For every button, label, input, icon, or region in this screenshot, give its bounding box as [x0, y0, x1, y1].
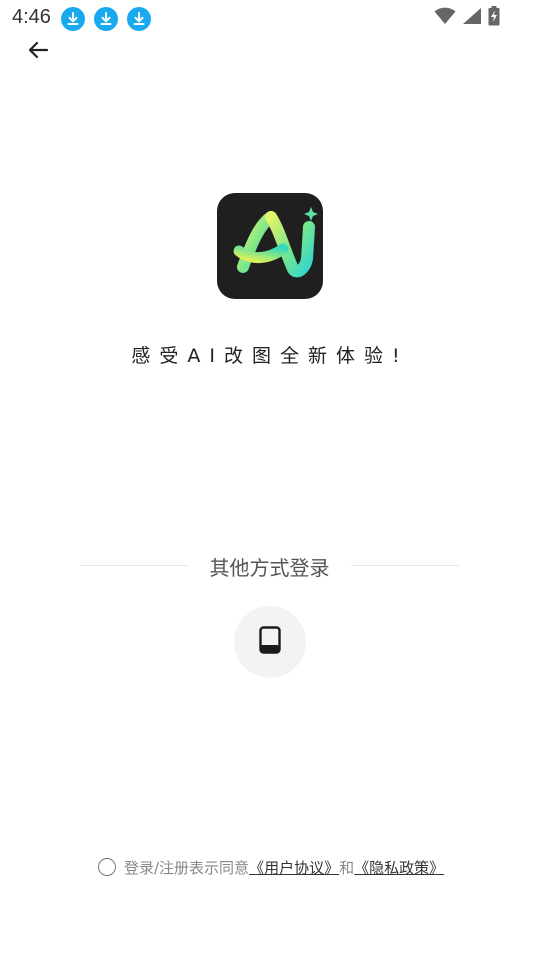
user-agreement-link[interactable]: 《用户协议》: [249, 857, 339, 878]
status-time: 4:46: [12, 6, 51, 28]
battery-charging-icon: [488, 6, 500, 30]
agreement-prefix: 登录/注册表示同意: [124, 858, 250, 877]
other-login-label: 其他方式登录: [209, 556, 330, 580]
status-bar: 4:46: [0, 0, 540, 36]
back-button[interactable]: [22, 36, 54, 68]
divider-left: [80, 565, 188, 566]
agree-checkbox[interactable]: [98, 858, 116, 876]
privacy-policy-link[interactable]: 《隐私政策》: [354, 857, 444, 878]
arrow-left-icon: [26, 38, 50, 66]
agreement-conjunction: 和: [339, 858, 355, 877]
phone-icon: [258, 626, 282, 658]
signal-icon: [462, 7, 482, 29]
download-icon: [61, 7, 85, 31]
phone-login-button[interactable]: [234, 606, 306, 678]
agreement-row: 登录/注册表示同意 《用户协议》 和 《隐私政策》: [98, 855, 444, 879]
download-icon: [127, 7, 151, 31]
divider-right: [351, 565, 459, 566]
wifi-icon: [434, 7, 456, 29]
app-logo: [217, 193, 323, 299]
slogan: 感受AI改图全新体验!: [131, 345, 409, 367]
download-icon: [94, 7, 118, 31]
system-icons: [434, 6, 500, 30]
ai-app-logo-icon: [233, 207, 318, 278]
